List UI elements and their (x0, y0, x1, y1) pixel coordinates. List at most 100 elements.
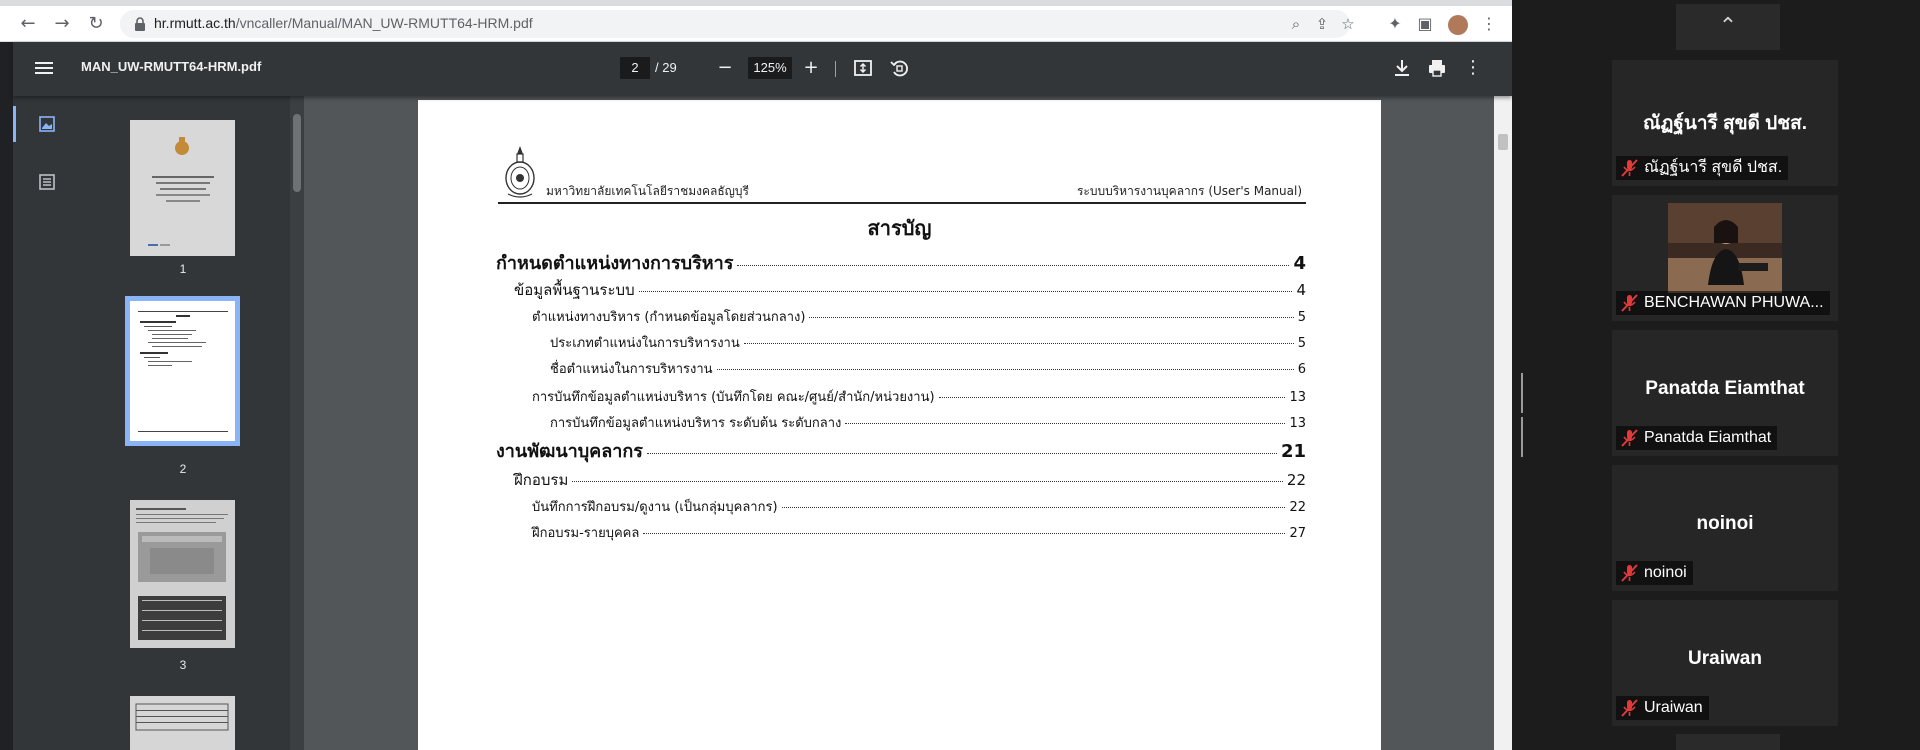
toc-entry[interactable]: ฝึกอบรม 22 (514, 468, 1306, 492)
active-tab-indicator (13, 106, 16, 142)
document-scrollbar[interactable] (1494, 96, 1512, 750)
page-thumbnail-2-selected[interactable] (125, 296, 240, 446)
toc-entry[interactable]: การบันทึกข้อมูลตำแหน่งบริหาร ระดับต้น ระ… (550, 412, 1306, 433)
document-scrollbar-thumb[interactable] (1498, 134, 1508, 150)
rotate-icon[interactable] (887, 56, 911, 80)
toc-entry-title: บันทึกการฝึกอบรม/ดูงาน (เป็นกลุ่มบุคลากร… (532, 500, 778, 515)
chrome-menu-icon[interactable]: ⋮ (1478, 13, 1500, 35)
participant-tile-5[interactable]: Uraiwan Uraiwan (1612, 600, 1838, 726)
muted-mic-icon (1621, 699, 1638, 717)
url-omnibox[interactable]: hr.rmutt.ac.th/vncaller/Manual/MAN_UW-RM… (120, 10, 1355, 38)
toc-leader-dots (716, 369, 1294, 370)
address-bar: ← → ↻ hr.rmutt.ac.th/vncaller/Manual/MAN… (0, 6, 1512, 42)
thumbnail-scrollbar[interactable] (290, 96, 304, 750)
page-thumbnail-4[interactable] (130, 696, 235, 750)
url-path: /vncaller/Manual/MAN_UW-RMUTT64-HRM.pdf (235, 15, 533, 31)
more-options-icon[interactable]: ⋮ (1461, 56, 1485, 80)
screen: ← → ↻ hr.rmutt.ac.th/vncaller/Manual/MAN… (0, 0, 1920, 750)
toc-leader-dots (643, 533, 1286, 534)
bookmark-star-icon[interactable]: ☆ (1338, 14, 1358, 34)
download-icon[interactable] (1390, 56, 1414, 80)
page-thumbnail-1[interactable] (130, 120, 235, 256)
print-icon[interactable] (1425, 56, 1449, 80)
participant-video (1668, 203, 1782, 293)
participant-footer: Panatda Eiamthat (1616, 426, 1778, 450)
share-icon[interactable]: ⇪ (1312, 14, 1332, 34)
toc-entry-page: 5 (1297, 310, 1306, 325)
toc-title: สารบัญ (867, 216, 932, 240)
zoom-magnifier-icon[interactable]: ⌕ (1286, 14, 1306, 34)
participant-tile-2[interactable]: BENCHAWAN PHUWA... (1612, 195, 1838, 321)
muted-mic-icon (1621, 564, 1638, 582)
url-text[interactable]: hr.rmutt.ac.th/vncaller/Manual/MAN_UW-RM… (154, 15, 533, 31)
zoom-out-icon[interactable]: − (713, 56, 737, 80)
lock-icon[interactable] (132, 16, 148, 32)
participant-footer-name: Uraiwan (1644, 699, 1703, 716)
toc-entry-page: 5 (1297, 336, 1306, 351)
page-number-input[interactable]: 2 (620, 57, 650, 79)
toc-entry[interactable]: ตำแหน่งทางบริหาร (กำหนดข้อมูลโดยส่วนกลาง… (532, 306, 1306, 327)
toc-entry-page: 13 (1289, 416, 1306, 431)
url-host: hr.rmutt.ac.th (154, 15, 236, 31)
university-name: มหาวิทยาลัยเทคโนโลยีราชมงคลธัญบุรี (546, 184, 749, 198)
participant-footer: ณัฏฐ์นารี สุขดี ปชส. (1616, 156, 1789, 180)
participant-footer: Uraiwan (1616, 696, 1709, 720)
muted-mic-icon (1621, 429, 1638, 447)
manual-name: ระบบบริหารงานบุคลากร (User's Manual) (1076, 184, 1302, 198)
toc-entry[interactable]: ฝึกอบรม-รายบุคคล 27 (532, 522, 1306, 543)
toc-entry[interactable]: บันทึกการฝึกอบรม/ดูงาน (เป็นกลุ่มบุคลากร… (532, 496, 1306, 517)
toc-entry-title: ตำแหน่งทางบริหาร (กำหนดข้อมูลโดยส่วนกลาง… (532, 310, 806, 325)
hamburger-menu-icon[interactable] (35, 59, 55, 79)
participant-tile-4[interactable]: noinoi noinoi (1612, 465, 1838, 591)
page-thumbnail-3[interactable] (130, 500, 235, 648)
toc-entry[interactable]: ข้อมูลพื้นฐานระบบ 4 (514, 278, 1306, 302)
toc-entry[interactable]: ชื่อตำแหน่งในการบริหารงาน 6 (550, 358, 1306, 379)
panel-resize-handle[interactable] (1521, 373, 1527, 457)
toc-leader-dots (737, 265, 1290, 266)
toc-leader-dots (743, 343, 1294, 344)
extensions-puzzle-icon[interactable]: ✦ (1384, 13, 1406, 35)
toc-entry-page: 4 (1296, 281, 1306, 299)
zoom-in-icon[interactable]: + (799, 56, 823, 80)
toc-entry-page: 21 (1280, 441, 1306, 462)
scroll-up-chevron-icon[interactable]: ⌃ (1676, 4, 1780, 50)
toc-entry-title: งานพัฒนาบุคลากร (496, 441, 643, 462)
participant-tile-3[interactable]: Panatda Eiamthat Panatda Eiamthat (1612, 330, 1838, 456)
side-panel-icon[interactable]: ▣ (1414, 13, 1436, 35)
page-2-preview (130, 301, 235, 441)
toc-entry-title: ชื่อตำแหน่งในการบริหารงาน (550, 362, 713, 377)
page-1-preview (148, 137, 214, 246)
browser-window: ← → ↻ hr.rmutt.ac.th/vncaller/Manual/MAN… (0, 0, 1512, 750)
toc-leader-dots (638, 291, 1293, 292)
back-arrow-icon[interactable]: ← (16, 12, 40, 36)
thumbnail-list: 1 2 3 (83, 96, 283, 750)
thumbnails-view-icon[interactable] (37, 114, 57, 134)
thumbnail-sidebar: 1 2 3 (13, 96, 290, 750)
thumbnail-scrollbar-thumb[interactable] (293, 114, 301, 192)
toc-entry-title: ข้อมูลพื้นฐานระบบ (514, 281, 635, 299)
toc-entry-title: ประเภทตำแหน่งในการบริหารงาน (550, 336, 740, 351)
fit-page-icon[interactable] (851, 56, 875, 80)
toc-entry[interactable]: ประเภทตำแหน่งในการบริหารงาน 5 (550, 332, 1306, 353)
participant-display-name: noinoi (1696, 513, 1754, 534)
toc-entry[interactable]: การบันทึกข้อมูลตำแหน่งบริหาร (บันทึกโดย … (532, 386, 1306, 407)
university-seal-icon (505, 146, 535, 198)
page-total: / 29 (655, 60, 677, 75)
participant-tile-1[interactable]: ณัฏฐ์นารี สุขดี ปชส. ณัฏฐ์นารี สุขดี ปชส… (1612, 60, 1838, 186)
toc-entry[interactable]: กำหนดตำแหน่งทางการบริหาร 4 (496, 248, 1306, 277)
reload-icon[interactable]: ↻ (84, 12, 108, 36)
toc-leader-dots (572, 481, 1283, 482)
scroll-down-tab[interactable] (1676, 734, 1780, 750)
toc-leader-dots (781, 507, 1286, 508)
toc-leader-dots (845, 423, 1286, 424)
toc-entry-page: 13 (1289, 390, 1306, 405)
participant-video-frame (1668, 203, 1782, 293)
toc-entry[interactable]: งานพัฒนาบุคลากร 21 (496, 436, 1306, 465)
zoom-level-input[interactable]: 125% (748, 57, 792, 79)
forward-arrow-icon[interactable]: → (50, 12, 74, 36)
participant-footer-name: noinoi (1644, 564, 1687, 581)
page-3-preview (136, 508, 228, 640)
profile-avatar[interactable] (1448, 15, 1468, 35)
outline-view-icon[interactable] (37, 172, 57, 192)
muted-mic-icon (1621, 294, 1638, 312)
